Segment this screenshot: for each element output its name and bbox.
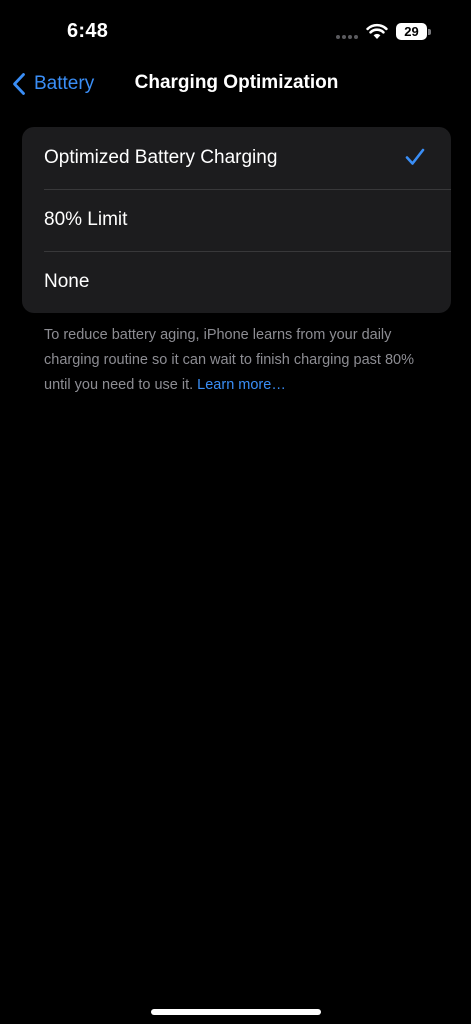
- battery-icon: 29: [396, 23, 432, 40]
- wifi-icon: [366, 23, 388, 39]
- signal-dots-icon: [336, 35, 358, 39]
- option-optimized-battery-charging[interactable]: Optimized Battery Charging: [22, 127, 451, 189]
- page-title: Charging Optimization: [134, 72, 339, 93]
- status-bar: 6:48 29: [0, 0, 471, 64]
- option-label: None: [44, 271, 90, 292]
- option-80-percent-limit[interactable]: 80% Limit: [22, 189, 451, 251]
- checkmark-icon: [405, 148, 425, 165]
- home-indicator[interactable]: [151, 1009, 321, 1015]
- footer-description: To reduce battery aging, iPhone learns f…: [44, 323, 424, 398]
- charging-options-list: Optimized Battery Charging 80% Limit Non…: [22, 127, 451, 313]
- option-label: 80% Limit: [44, 209, 128, 230]
- navigation-bar: Battery Charging Optimization: [0, 62, 471, 106]
- battery-percent: 29: [404, 24, 419, 39]
- option-label: Optimized Battery Charging: [44, 147, 278, 168]
- status-time: 6:48: [67, 20, 109, 42]
- option-none[interactable]: None: [22, 251, 451, 313]
- learn-more-link[interactable]: Learn more…: [197, 377, 286, 393]
